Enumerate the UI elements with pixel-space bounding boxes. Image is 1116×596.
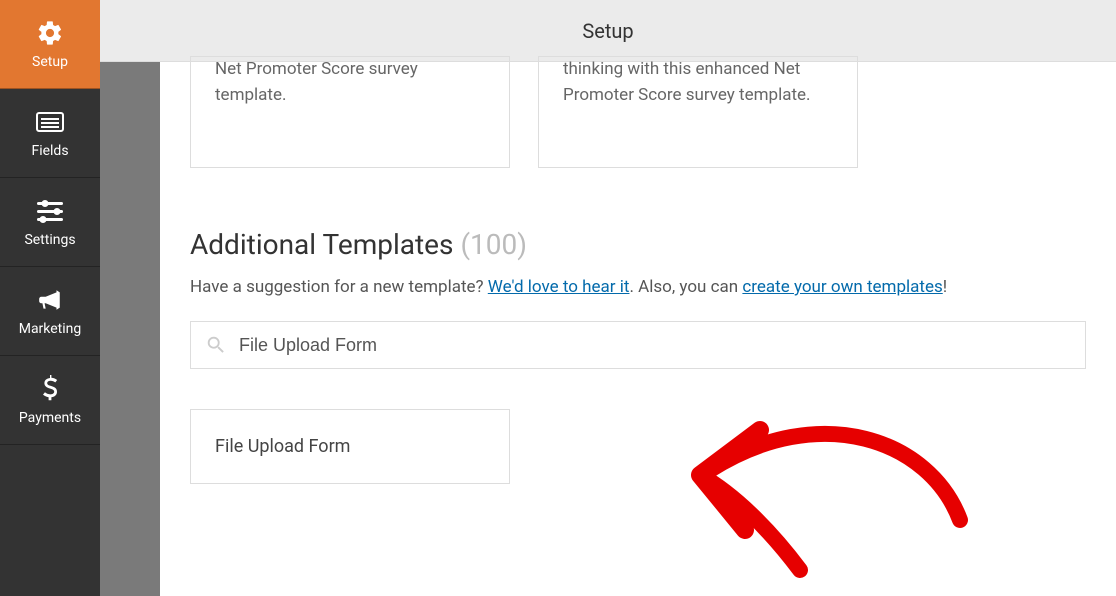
dollar-icon: [41, 374, 59, 404]
create-templates-link[interactable]: create your own templates: [742, 277, 942, 297]
content-panel: Net Promoter Score survey template. thin…: [160, 62, 1116, 596]
sidebar-item-label: Payments: [19, 410, 81, 426]
sidebar-item-payments[interactable]: Payments: [0, 356, 100, 445]
sidebar-item-marketing[interactable]: Marketing: [0, 267, 100, 356]
suggestion-link[interactable]: We'd love to hear it: [488, 277, 630, 297]
sidebar-item-label: Fields: [31, 143, 68, 159]
annotation-arrow: [680, 380, 1000, 590]
gear-icon: [36, 18, 64, 48]
suggestion-prefix: Have a suggestion for a new template?: [190, 277, 488, 297]
search-icon: [205, 334, 227, 356]
sidebar-item-label: Marketing: [19, 321, 82, 337]
suggestion-mid: . Also, you can: [629, 277, 742, 297]
bullhorn-icon: [35, 285, 65, 315]
template-preview-row: Net Promoter Score survey template. thin…: [190, 56, 1086, 168]
template-card-text: thinking with this enhanced Net Promoter…: [563, 59, 811, 105]
sidebar-item-label: Settings: [24, 232, 75, 248]
heading-text: Additional Templates: [190, 228, 453, 261]
suggestion-suffix: !: [943, 277, 947, 297]
topbar: Setup: [100, 0, 1116, 62]
sidebar-item-fields[interactable]: Fields: [0, 89, 100, 178]
sidebar-item-label: Setup: [32, 54, 68, 70]
suggestion-text: Have a suggestion for a new template? We…: [190, 277, 1086, 297]
list-icon: [35, 107, 65, 137]
template-card[interactable]: thinking with this enhanced Net Promoter…: [538, 56, 858, 168]
additional-templates-heading: Additional Templates (100): [190, 228, 1086, 261]
template-result-file-upload-form[interactable]: File Upload Form: [190, 409, 510, 484]
sidebar-item-setup[interactable]: Setup: [0, 0, 100, 89]
template-card[interactable]: Net Promoter Score survey template.: [190, 56, 510, 168]
backdrop: [100, 62, 160, 596]
sidebar: Setup Fields Settings Marketing Payments: [0, 0, 100, 596]
result-title: File Upload Form: [215, 436, 350, 457]
template-card-text: Net Promoter Score survey template.: [215, 59, 418, 105]
template-search[interactable]: [190, 321, 1086, 369]
sidebar-item-settings[interactable]: Settings: [0, 178, 100, 267]
search-input[interactable]: [239, 335, 1071, 356]
page-title: Setup: [582, 19, 633, 43]
heading-count: (100): [460, 228, 527, 261]
sliders-icon: [35, 196, 65, 226]
